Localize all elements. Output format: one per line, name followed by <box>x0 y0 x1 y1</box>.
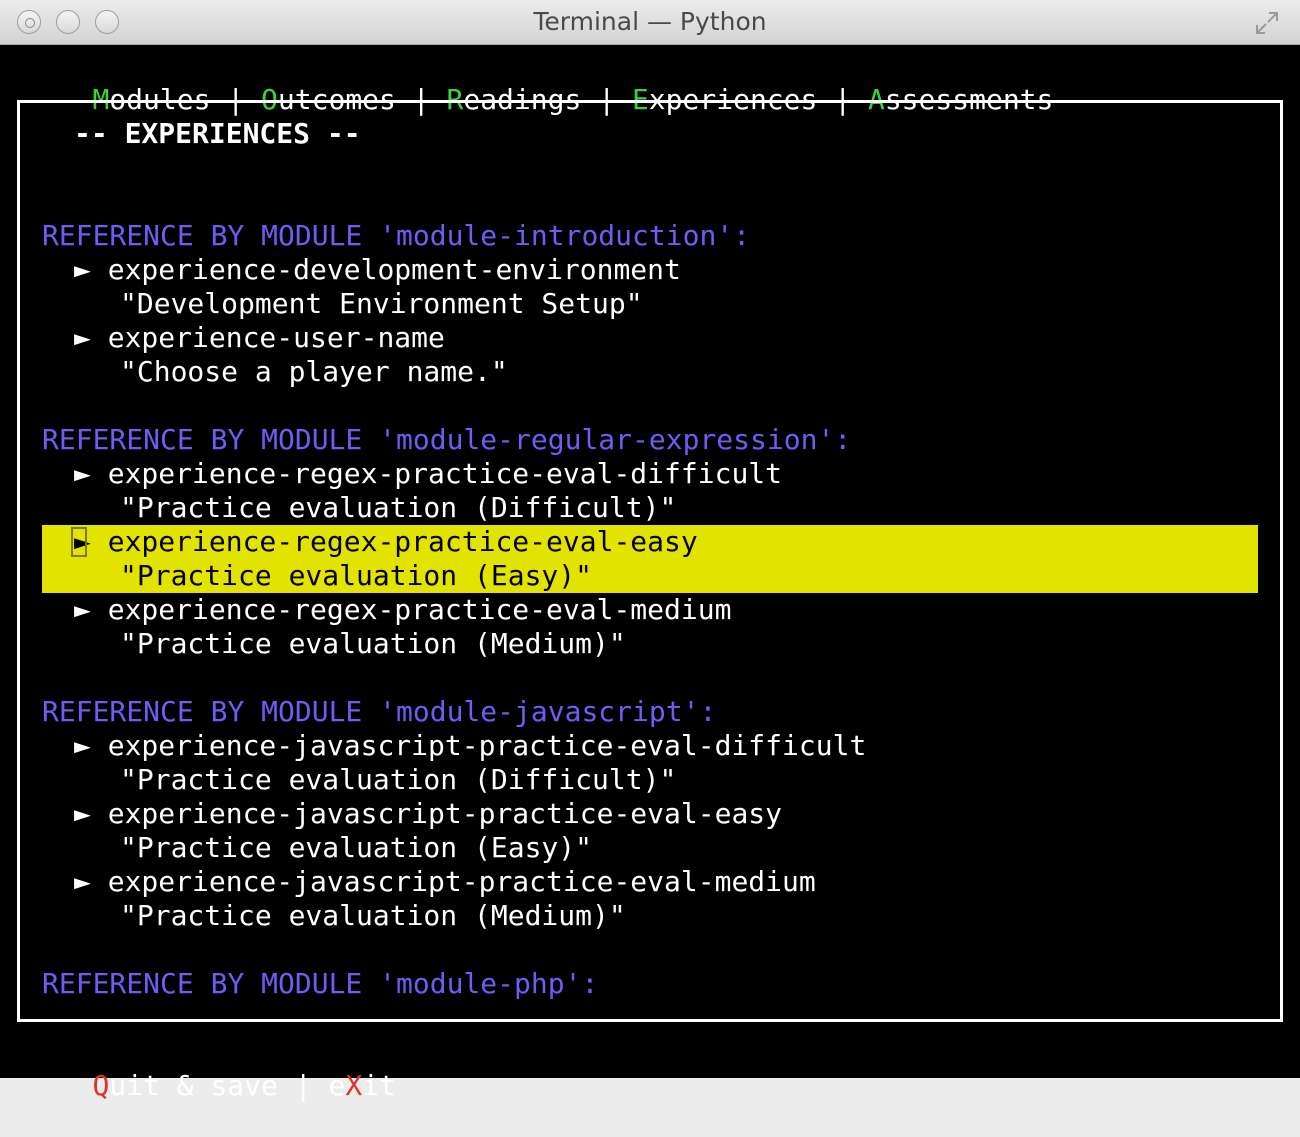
text-cursor <box>71 527 87 557</box>
experience-id: experience-javascript-practice-eval-diff… <box>107 729 867 762</box>
panel-title: -- EXPERIENCES -- <box>74 117 361 150</box>
module-reference-header: REFERENCE BY MODULE 'module-regular-expr… <box>42 423 852 456</box>
window-title: Terminal — Python <box>533 7 767 36</box>
experience-id-line: ► experience-javascript-practice-eval-di… <box>42 729 1258 763</box>
triangle-right-icon: ► <box>74 797 91 830</box>
experience-description: "Practice evaluation (Easy)" <box>120 559 593 592</box>
exit-command[interactable]: eXit <box>328 1069 395 1102</box>
experience-description: "Practice evaluation (Difficult)" <box>120 763 677 796</box>
experience-id-line: ► experience-regex-practice-eval-medium <box>42 593 1258 627</box>
experience-id-line: ► experience-development-environment <box>42 253 1258 287</box>
experience-item[interactable]: ► experience-javascript-practice-eval-di… <box>42 729 1258 797</box>
bottom-menu-bar: Quit & save | eXit <box>25 1035 395 1137</box>
triangle-right-icon: ► <box>74 865 91 898</box>
experience-id: experience-javascript-practice-eval-medi… <box>107 865 816 898</box>
experience-item[interactable]: ► experience-regex-practice-eval-difficu… <box>42 457 1258 525</box>
experience-item-selected[interactable]: ► experience-regex-practice-eval-easy "Pr… <box>42 525 1258 593</box>
title-bar[interactable]: Terminal — Python <box>0 0 1300 45</box>
experience-id-line: ► experience-javascript-practice-eval-me… <box>42 865 1258 899</box>
experience-item[interactable]: ► experience-javascript-practice-eval-ea… <box>42 797 1258 865</box>
terminal-window: Terminal — Python Modules | Outcomes | R… <box>0 0 1300 1102</box>
experience-description: "Practice evaluation (Easy)" <box>120 831 593 864</box>
footer-separator: | <box>277 1069 329 1102</box>
module-reference-header: REFERENCE BY MODULE 'module-php': <box>42 967 599 1000</box>
experience-id-line: ► experience-javascript-practice-eval-ea… <box>42 797 1258 831</box>
triangle-right-icon: ► <box>74 729 91 762</box>
experience-item[interactable]: ► experience-development-environment "Dev… <box>42 253 1258 321</box>
module-reference-header: REFERENCE BY MODULE 'module-javascript': <box>42 695 717 728</box>
experience-list[interactable]: REFERENCE BY MODULE 'module-introduction… <box>42 219 1258 1001</box>
experience-id-line: ► experience-user-name <box>42 321 1258 355</box>
experience-id: experience-javascript-practice-eval-easy <box>107 797 783 830</box>
experience-description: "Choose a player name." <box>120 355 508 388</box>
triangle-right-icon: ► <box>74 457 91 490</box>
module-reference-header: REFERENCE BY MODULE 'module-introduction… <box>42 219 751 252</box>
experience-id: experience-user-name <box>107 321 445 354</box>
fullscreen-icon[interactable] <box>1254 10 1280 36</box>
experience-item[interactable]: ► experience-javascript-practice-eval-me… <box>42 865 1258 933</box>
experience-id: experience-regex-practice-eval-easy <box>107 525 698 558</box>
triangle-right-icon: ► <box>74 321 91 354</box>
experience-description: "Practice evaluation (Medium)" <box>120 899 626 932</box>
experience-id: experience-development-environment <box>107 253 681 286</box>
experience-description: "Practice evaluation (Difficult)" <box>120 491 677 524</box>
experience-description: "Development Environment Setup" <box>120 287 643 320</box>
experience-id: experience-regex-practice-eval-medium <box>107 593 732 626</box>
experience-id: experience-regex-practice-eval-difficult <box>107 457 783 490</box>
experience-description: "Practice evaluation (Medium)" <box>120 627 626 660</box>
experience-item[interactable]: ► experience-regex-practice-eval-medium "… <box>42 593 1258 661</box>
experience-id-line: ► experience-regex-practice-eval-difficu… <box>42 457 1258 491</box>
triangle-right-icon: ► <box>74 593 91 626</box>
experience-id-line: ► experience-regex-practice-eval-easy <box>42 525 1258 559</box>
triangle-right-icon: ► <box>74 253 91 286</box>
triangle-right-icon: ► <box>71 525 91 559</box>
experience-item[interactable]: ► experience-user-name "Choose a player n… <box>42 321 1258 389</box>
quit-save-command[interactable]: Quit & save <box>92 1069 277 1102</box>
